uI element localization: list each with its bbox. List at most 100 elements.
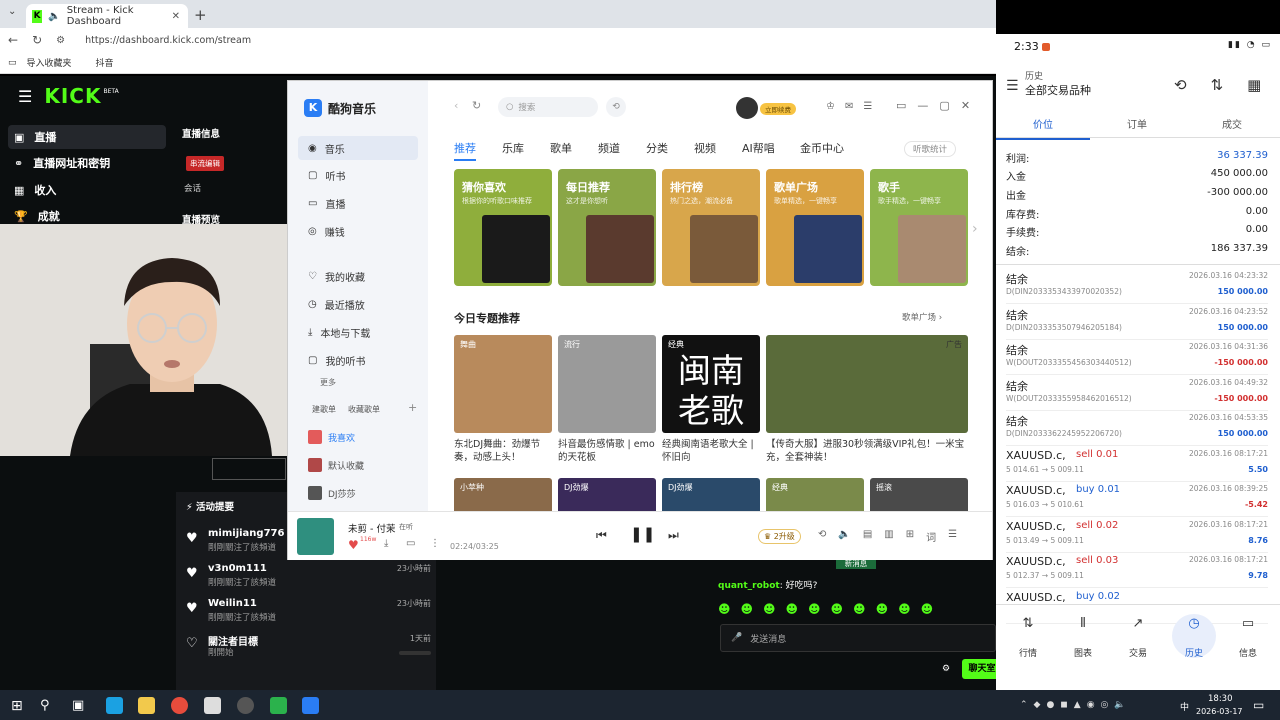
tab-channels[interactable]: 频道 <box>598 140 620 156</box>
trade-icon[interactable]: ↗ <box>1118 616 1158 631</box>
download-icon[interactable]: ⤓ <box>384 538 388 549</box>
history-subtitle[interactable]: 全部交易品种 <box>1025 82 1091 98</box>
pause-icon[interactable]: ❚❚ <box>630 525 655 543</box>
trade-row[interactable]: 结余 D(DIN2033353433970020352) 2026.03.16 04… <box>1006 269 1268 304</box>
menu-icon[interactable]: ☰ <box>1006 78 1019 94</box>
clock-date[interactable]: 2026-03-17 <box>1196 707 1243 716</box>
mic-icon[interactable]: 🎤 <box>731 633 742 643</box>
tab-recommend[interactable]: 推荐 <box>454 140 476 161</box>
trade-row[interactable]: 结余 W(DOUT2033355958462016512) 2026.03.16 0… <box>1006 376 1268 411</box>
sidebar-item-my-audiobooks[interactable]: ▢ 我的听书 <box>298 348 418 372</box>
sidebar-item-audiobook[interactable]: ▢ 听书 <box>298 163 418 187</box>
tab-list-chevron-icon[interactable]: ⌄ <box>8 6 16 17</box>
edge-icon[interactable] <box>106 697 123 714</box>
card-charts[interactable]: 排行榜 热门之选，潮流必备 <box>662 169 760 286</box>
stream-edit-badge[interactable]: 串流编辑 <box>186 156 224 171</box>
vip-badge[interactable]: 立即续费 <box>760 103 796 115</box>
shirt-icon[interactable]: ♔ <box>826 101 835 112</box>
folder-icon[interactable] <box>204 697 221 714</box>
menu-icon[interactable]: ☰ <box>18 87 32 106</box>
recognize-icon[interactable]: ⟲ <box>606 97 626 117</box>
playlist-default[interactable]: 默认收藏 <box>308 458 364 472</box>
chrome-icon[interactable] <box>171 697 188 714</box>
listen-stats-button[interactable]: 听歌统计 <box>904 141 957 157</box>
clock-time[interactable]: 18:30 <box>1208 694 1233 704</box>
avatar[interactable] <box>736 97 758 119</box>
tab-audio-icon[interactable]: 🔈 <box>48 11 60 22</box>
reload-icon[interactable]: ↻ <box>32 33 42 47</box>
sidebar-item-recent[interactable]: ◷ 最近播放 <box>298 292 418 316</box>
topic-cover[interactable]: DJ劲爆 <box>558 478 656 513</box>
topic-caption[interactable]: 东北DJ舞曲：劲爆节奏，动感上头！ <box>454 438 554 464</box>
kick-logo[interactable]: KICK <box>44 84 101 108</box>
search-input[interactable]: ○ 搜索 <box>498 97 598 117</box>
playlist-icon[interactable]: ☰ <box>948 529 957 544</box>
more-icon[interactable]: ⋮ <box>430 538 440 549</box>
tab-videos[interactable]: 视频 <box>694 140 716 156</box>
topic-cover[interactable]: 经典 <box>766 478 864 513</box>
wechat-icon[interactable] <box>270 697 287 714</box>
quality-icon[interactable]: ▤ <box>863 529 872 544</box>
address-bar[interactable]: https://dashboard.kick.com/stream <box>85 35 251 46</box>
loop-icon[interactable]: ⟲ <box>818 529 826 544</box>
sidebar-item-favorites[interactable]: ♡ 我的收藏 <box>298 264 418 288</box>
ad-banner[interactable]: 广告 <box>766 335 968 433</box>
topic-cover[interactable]: 小苹种 <box>454 478 552 513</box>
topic-cover[interactable]: 摇滚 <box>870 478 968 513</box>
comment-icon[interactable]: ▭ <box>406 538 415 549</box>
nav-income[interactable]: ▦ 收入 <box>8 178 166 202</box>
settings-icon[interactable]: ⚙ <box>942 664 950 674</box>
mini-mode-icon[interactable]: ▭ <box>896 99 906 112</box>
trade-row[interactable]: XAUUSD.c, sell 0.01 5 014.61 → 5 009.11 202… <box>1006 447 1268 482</box>
nav-chart[interactable]: 图表 <box>1063 646 1103 659</box>
sidebar-item-live[interactable]: ▭ 直播 <box>298 191 418 215</box>
nav-history[interactable]: 历史 <box>1174 646 1214 659</box>
next-track-icon[interactable]: ⏭ <box>668 528 679 543</box>
tab-library[interactable]: 乐库 <box>502 140 524 156</box>
playlist-liked[interactable]: 我喜欢 <box>308 430 355 444</box>
file-explorer-icon[interactable] <box>138 697 155 714</box>
nav-trade[interactable]: 交易 <box>1118 646 1158 659</box>
kugou-icon[interactable] <box>302 697 319 714</box>
refresh-icon[interactable]: ↻ <box>472 99 481 112</box>
minimize-icon[interactable]: — <box>917 99 928 112</box>
message-icon[interactable]: ▭ <box>1228 616 1268 631</box>
bookmark-bar-icon[interactable]: ▭ <box>8 58 17 68</box>
now-playing-title[interactable]: 未剪 - 付茉 <box>348 521 395 535</box>
ime-indicator[interactable]: 中 <box>1180 700 1189 713</box>
chat-input[interactable]: 🎤 发送消息 <box>720 624 996 652</box>
obs-icon[interactable] <box>237 697 254 714</box>
tray-icons[interactable]: ⌃◆●◼▲◉◎🔈 <box>1020 700 1132 710</box>
tab-ai-sing[interactable]: AI帮唱 <box>742 140 775 156</box>
trade-row[interactable]: 结余 W(DOUT2033355456303440512) 2026.03.16 0… <box>1006 340 1268 375</box>
activity-item[interactable]: ♡ 關注者目標 剛開始 1天前 <box>186 633 431 667</box>
site-info-icon[interactable]: ⚙ <box>56 35 65 46</box>
notification-center-icon[interactable]: ▭ <box>1253 698 1264 712</box>
sort-icon[interactable]: ⇅ <box>1211 76 1224 94</box>
chat-username[interactable]: quant_robot <box>718 581 780 591</box>
card-daily[interactable]: 每日推荐 这才是你想听 <box>558 169 656 286</box>
chart-icon[interactable]: ⫴ <box>1063 616 1103 631</box>
new-messages-pill[interactable]: 新消息 <box>836 559 876 569</box>
previous-track-icon[interactable]: ⏮ <box>596 528 607 543</box>
nav-messages[interactable]: 信息 <box>1228 646 1268 659</box>
bookmark-douyin[interactable]: 抖音 <box>96 56 114 69</box>
menu-icon[interactable]: ☰ <box>863 101 872 112</box>
topic-cover[interactable]: DJ劲爆 <box>662 478 760 513</box>
nav-live[interactable]: ▣ 直播 <box>8 125 166 149</box>
search-icon[interactable]: ⚲ <box>40 698 50 713</box>
topic-cover[interactable]: 舞曲 <box>454 335 552 433</box>
emote-bar[interactable]: ☻☻☻☻☻☻☻☻☻☻ <box>718 602 943 616</box>
equalizer-icon[interactable]: ⊞ <box>906 529 914 544</box>
sidebar-item-local[interactable]: ⤓ 本地与下载 <box>298 320 418 344</box>
trade-row[interactable]: 结余 D(DIN2033362245952206720) 2026.03.16 04… <box>1006 411 1268 446</box>
close-tab-icon[interactable]: ✕ <box>172 11 180 22</box>
calendar-icon[interactable]: ▦ <box>1247 76 1261 94</box>
sound-effect-icon[interactable]: ▥ <box>884 529 893 544</box>
trade-row[interactable]: XAUUSD.c, sell 0.02 5 013.49 → 5 009.11 202… <box>1006 518 1268 553</box>
card-playlist-square[interactable]: 歌单广场 歌单精选，一键畅享 <box>766 169 864 286</box>
tab-playlists[interactable]: 歌单 <box>550 140 572 156</box>
topic-caption[interactable]: 抖音最伤感情歌 | emo的天花板 <box>558 438 658 464</box>
activity-item[interactable]: ♥ v3n0m111 剛剛關注了該頻道 23小時前 <box>186 563 431 597</box>
bookmark-import[interactable]: 导入收藏夹 <box>27 56 72 69</box>
